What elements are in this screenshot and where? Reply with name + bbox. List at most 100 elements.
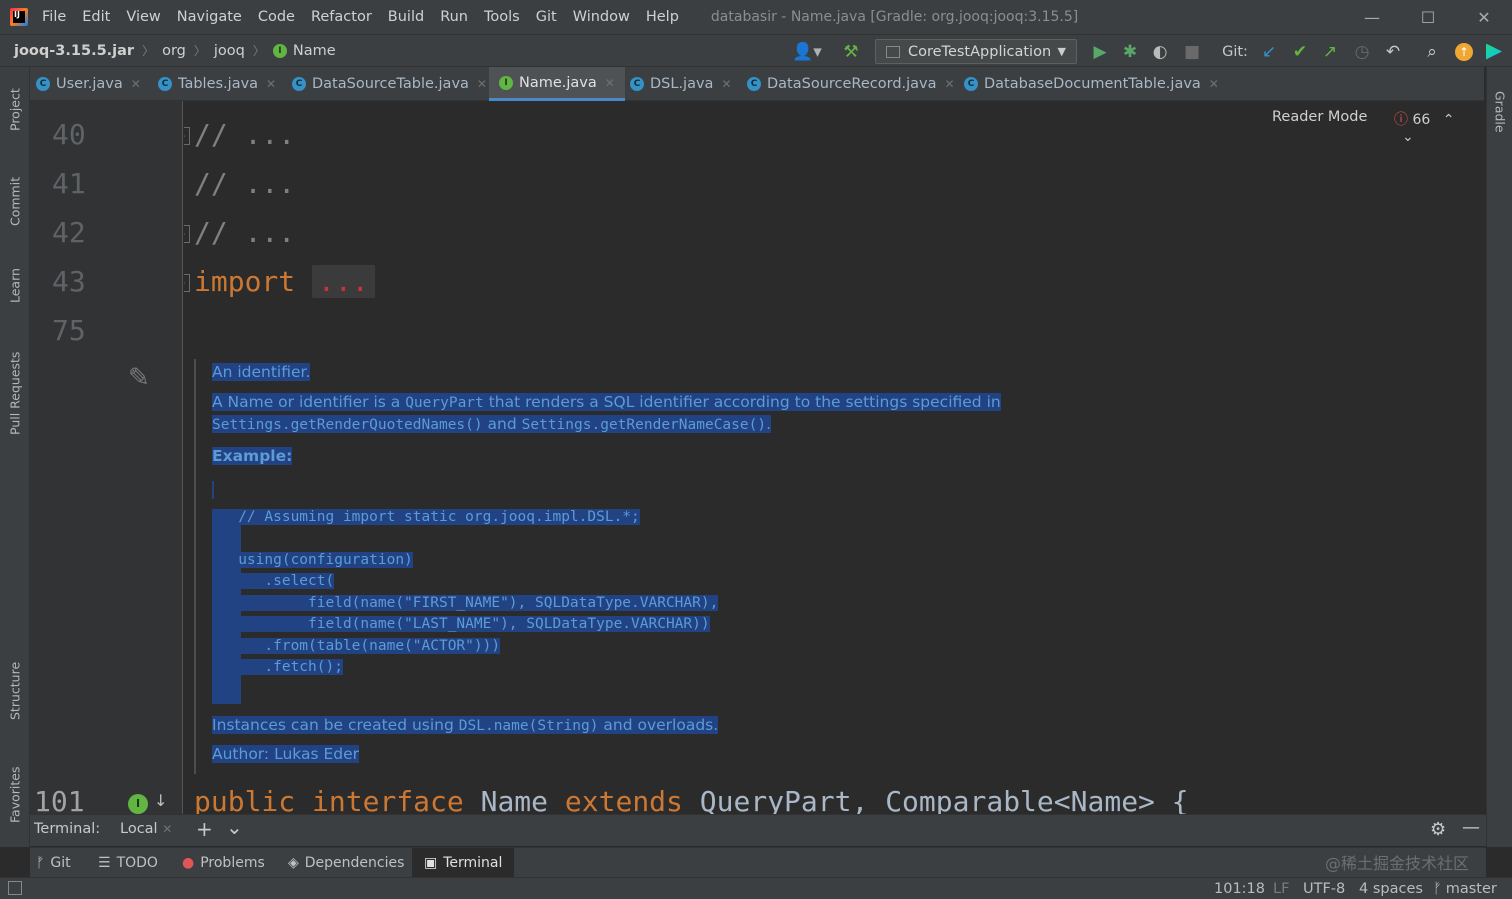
edit-pencil-icon[interactable]: ✎ [128,363,150,393]
maximize-button[interactable]: ☐ [1400,0,1456,34]
terminal-panel-header: Terminal: Local ✕ + ⌄ ⚙ — [30,814,1486,846]
doc-author: Author: Lukas Eder [212,745,360,763]
class-icon: C [158,77,172,91]
tab-datasourcetable-java[interactable]: C DataSourceTable.java ✕ [292,67,487,101]
settings-gear-icon[interactable]: ⚙ [1430,819,1446,840]
menu-git[interactable]: Git [536,9,557,25]
tool-terminal[interactable]: ▣ Terminal [412,848,515,878]
class-icon: C [747,77,761,91]
tool-pull-requests[interactable]: Pull Requests [0,337,30,449]
editor-gutter: 40 41 42 43 75 ✎ 101 I ↓ [30,101,183,818]
line-separator[interactable]: LF [1273,878,1289,899]
tool-problems[interactable]: ● Problems [182,848,265,878]
indent-setting[interactable]: 4 spaces [1359,878,1423,899]
close-tab-icon[interactable]: ✕ [945,77,955,91]
doc-summary: An identifier. [212,363,311,381]
breadcrumb-separator-icon: 〉 [193,44,206,58]
fold-expand-icon[interactable]: + [184,274,190,292]
menu-window[interactable]: Window [573,9,630,25]
stop-icon[interactable]: ■ [1180,35,1204,68]
line-number: 40 [52,118,86,151]
tab-user-java[interactable]: C User.java ✕ [36,67,141,101]
git-push-icon[interactable]: ↗ [1318,35,1342,68]
git-branch[interactable]: ᚠ master [1433,878,1497,899]
intellij-logo-icon: IJ [10,8,28,26]
tab-datasourcerecord-java[interactable]: C DataSourceRecord.java ✕ [747,67,955,101]
build-hammer-icon[interactable]: ⚒ [838,35,864,68]
line-number: 42 [52,216,86,249]
reader-mode-toggle[interactable]: Reader Mode [1272,109,1367,125]
error-icon: ● [182,855,195,871]
menu-code[interactable]: Code [258,9,295,25]
breadcrumb-name[interactable]: Name [293,43,336,59]
line-number: 41 [52,167,86,200]
close-window-button[interactable]: ✕ [1456,0,1512,34]
close-tab-icon[interactable]: ✕ [131,77,141,91]
tab-databasedocumenttable-java[interactable]: C DatabaseDocumentTable.java ✕ [964,67,1219,101]
menu-build[interactable]: Build [388,9,424,25]
tool-dependencies[interactable]: ◈ Dependencies [288,848,404,878]
tool-learn[interactable]: Learn [0,257,30,315]
fold-collapse-icon[interactable]: − [184,127,190,145]
tool-project[interactable]: Project [0,75,30,145]
inspection-errors[interactable]: ⓘ 66 ⌃ ⌄ [1394,109,1470,145]
tab-tables-java[interactable]: C Tables.java ✕ [158,67,276,101]
search-icon[interactable]: ⌕ [1420,35,1444,68]
close-tab-icon[interactable]: ✕ [721,77,731,91]
menu-navigate[interactable]: Navigate [177,9,242,25]
breadcrumb-jooq[interactable]: jooq [214,43,245,59]
tool-favorites[interactable]: Favorites [0,753,30,837]
line-number: 43 [52,265,86,298]
menu-tools[interactable]: Tools [484,9,520,25]
git-commit-check-icon[interactable]: ✔ [1288,35,1312,68]
menu-help[interactable]: Help [646,9,679,25]
doc-description-line-2: Settings.getRenderQuotedNames() and Sett… [212,415,772,433]
debug-bug-icon[interactable]: ✱ [1118,35,1142,68]
new-terminal-plus-icon[interactable]: + [196,817,213,841]
tab-name-java[interactable]: I Name.java ✕ [489,67,625,101]
tab-dsl-java[interactable]: C DSL.java ✕ [630,67,732,101]
code-editor[interactable]: // ... − // ... // ... − import ... + Re… [184,101,1470,814]
folded-imports[interactable]: ... [312,265,375,298]
history-clock-icon[interactable]: ◷ [1350,35,1374,68]
plugin-logo-icon[interactable] [1482,35,1506,68]
doc-code-line: .fetch(); [212,659,343,675]
fold-collapse-icon[interactable]: − [184,225,190,243]
breadcrumb-jar[interactable]: jooq-3.15.5.jar [14,43,134,59]
update-available-icon[interactable]: ↑ [1452,35,1476,68]
doc-description-line-1: A Name or identifier is a QueryPart that… [212,393,1001,411]
close-tab-icon[interactable]: ✕ [266,77,276,91]
tool-commit[interactable]: Commit [0,163,30,239]
tool-structure[interactable]: Structure [0,649,30,733]
breadcrumb-separator-icon: 〉 [142,44,155,58]
coverage-icon[interactable]: ◐ [1148,35,1172,68]
caret-position[interactable]: 101:18 [1214,878,1265,899]
list-icon: ☰ [98,855,111,871]
run-config-select[interactable]: CoreTestApplication ▼ [875,39,1077,64]
doc-example-heading: Example: [212,447,293,465]
close-tab-icon[interactable]: ✕ [477,77,487,91]
menu-run[interactable]: Run [440,9,468,25]
breadcrumb-org[interactable]: org [162,43,186,59]
tool-git[interactable]: ᚠ Git [36,848,71,878]
implementations-gutter-icon[interactable]: I ↓ [128,791,167,814]
tool-gradle[interactable]: Gradle [1485,79,1512,145]
close-tab-icon[interactable]: ✕ [605,76,615,90]
menu-file[interactable]: File [42,9,66,25]
toggle-tool-windows-icon[interactable] [8,881,22,895]
minimize-button[interactable]: — [1344,0,1400,34]
hide-panel-icon[interactable]: — [1462,817,1480,838]
git-update-icon[interactable]: ↙ [1257,35,1281,68]
rollback-icon[interactable]: ↶ [1381,35,1405,68]
menu-view[interactable]: View [126,9,160,25]
menu-edit[interactable]: Edit [82,9,110,25]
doc-code-line: using(configuration) [212,552,413,568]
run-icon[interactable]: ▶ [1088,35,1112,68]
close-tab-icon[interactable]: ✕ [1209,77,1219,91]
menu-refactor[interactable]: Refactor [311,9,372,25]
terminal-tab-local[interactable]: Local ✕ [120,821,172,837]
tool-todo[interactable]: ☰ TODO [98,848,158,878]
file-encoding[interactable]: UTF-8 [1303,878,1345,899]
terminal-dropdown-chevron-icon[interactable]: ⌄ [226,815,243,839]
user-profile-icon[interactable]: 👤▾ [788,35,826,68]
